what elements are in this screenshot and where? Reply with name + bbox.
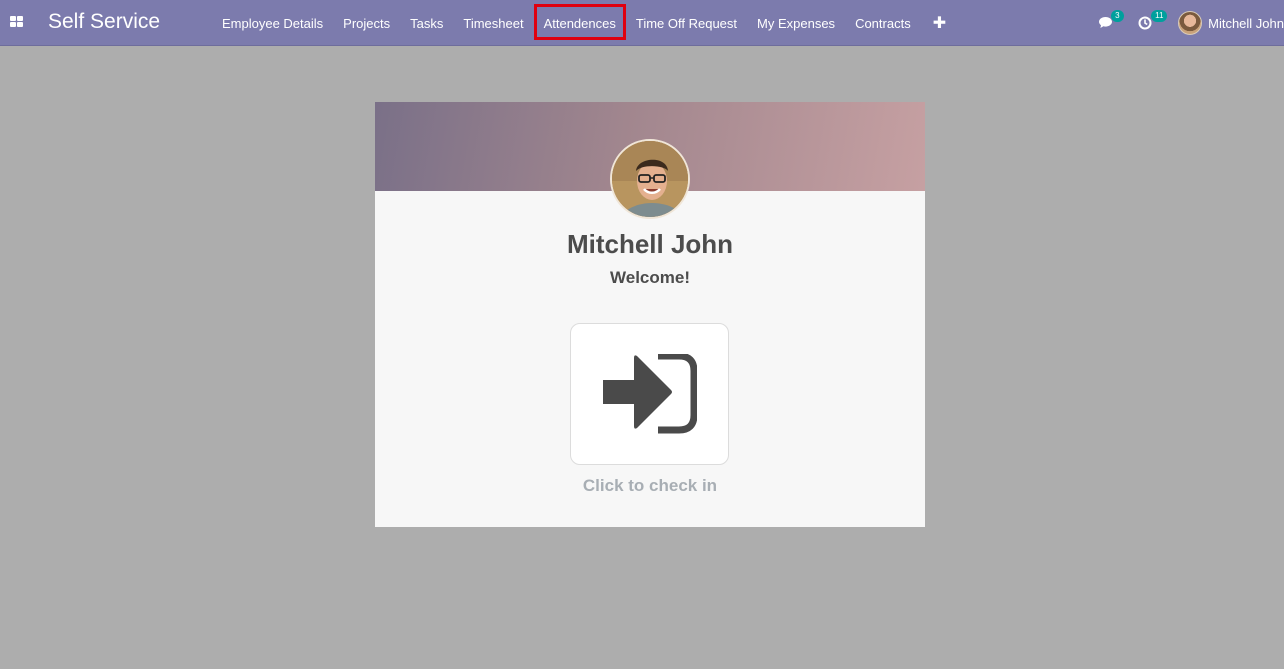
main-menu: Employee Details Projects Tasks Timeshee…	[212, 0, 958, 46]
check-in-button[interactable]	[570, 323, 729, 465]
menu-item-attendences[interactable]: Attendences	[533, 0, 627, 46]
employee-name: Mitchell John	[566, 229, 734, 259]
activities-count-badge: 11	[1151, 10, 1168, 22]
sign-in-icon	[603, 354, 697, 434]
user-avatar	[1178, 11, 1203, 35]
apps-menu-icon[interactable]	[10, 16, 23, 28]
employee-avatar	[610, 139, 690, 219]
activities-button[interactable]: 11	[1138, 10, 1168, 32]
user-menu[interactable]: Mitchell John	[1178, 11, 1284, 35]
systray: 3 11 Mitchell John	[1098, 0, 1284, 46]
menu-item-tasks[interactable]: Tasks	[400, 0, 453, 46]
app-title[interactable]: Self Service	[48, 10, 160, 34]
welcome-message: Welcome!	[610, 268, 690, 287]
check-in-label: Click to check in	[582, 476, 718, 495]
top-navbar: Self Service Employee Details Projects T…	[0, 0, 1284, 46]
menu-item-employee-details[interactable]: Employee Details	[212, 0, 333, 46]
plus-icon[interactable]: ✚	[921, 0, 958, 46]
menu-item-contracts[interactable]: Contracts	[845, 0, 921, 46]
menu-item-my-expenses[interactable]: My Expenses	[747, 0, 845, 46]
clock-icon	[1138, 16, 1152, 30]
menu-item-time-off-request[interactable]: Time Off Request	[626, 0, 747, 46]
attendance-card: Mitchell John Welcome! Click to check in	[375, 102, 925, 527]
menu-item-timesheet[interactable]: Timesheet	[453, 0, 533, 46]
menu-item-projects[interactable]: Projects	[333, 0, 400, 46]
messages-count-badge: 3	[1111, 10, 1124, 22]
messages-button[interactable]: 3	[1098, 10, 1124, 32]
employee-photo	[612, 141, 688, 217]
user-name: Mitchell John	[1208, 15, 1284, 31]
